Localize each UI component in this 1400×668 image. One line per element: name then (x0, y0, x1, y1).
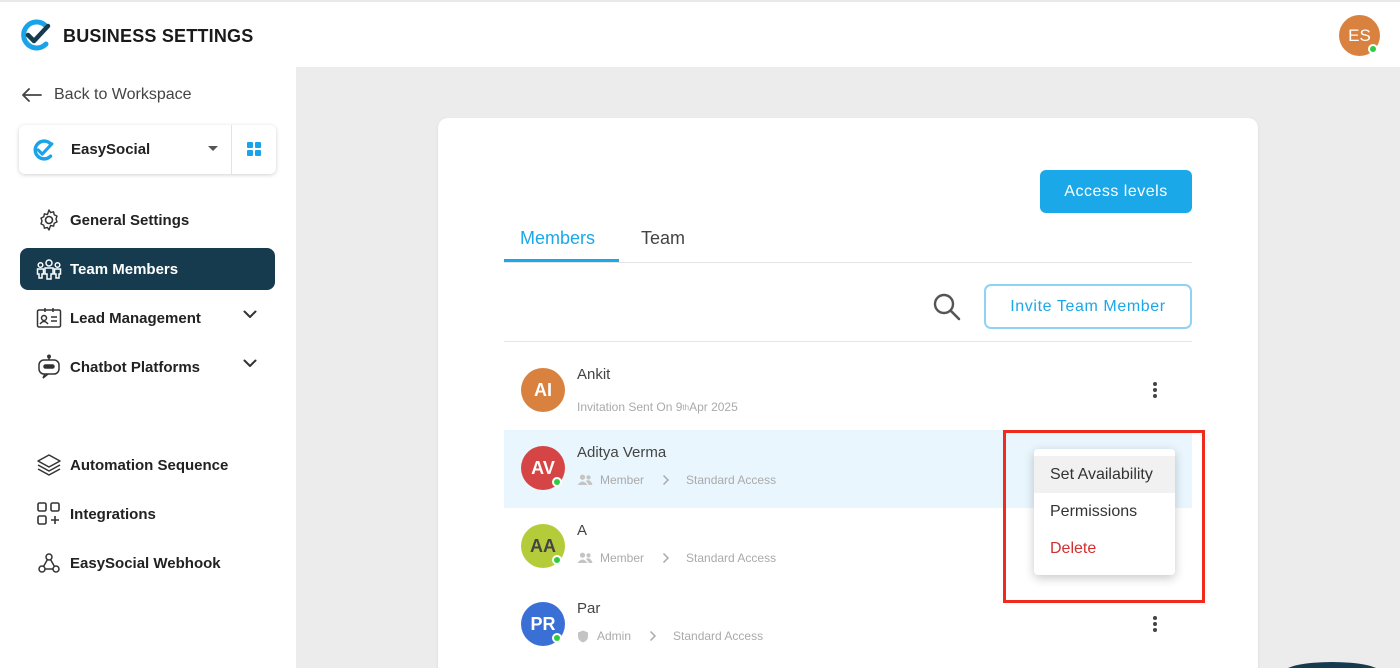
page-title: BUSINESS SETTINGS (63, 26, 254, 46)
nav-label: Integrations (70, 505, 156, 523)
divider (504, 341, 1192, 342)
avatar: AI (521, 368, 565, 412)
member-access: Standard Access (686, 551, 777, 565)
nav-label: Team Members (70, 260, 179, 278)
member-role: Admin (597, 629, 632, 643)
member-name: A (577, 522, 588, 539)
nav-label: General Settings (70, 211, 190, 229)
sidebar-item-integrations[interactable]: Integrations (20, 493, 275, 535)
layers-icon (36, 452, 62, 478)
divider (231, 125, 232, 174)
nav-label: EasySocial Webhook (70, 554, 221, 572)
team-icon (36, 256, 62, 282)
member-row-ankit[interactable]: AI Ankit Invitation Sent On 9th Apr 2025 (504, 352, 1192, 430)
online-status-dot (1368, 44, 1378, 54)
sidebar-item-team-members[interactable]: Team Members (20, 248, 275, 290)
webhook-icon (36, 550, 62, 576)
back-label: Back to Workspace (54, 86, 192, 103)
integrations-icon (36, 501, 62, 527)
workspace-logo-icon (33, 139, 54, 161)
search-icon[interactable] (932, 292, 962, 322)
members-icon (577, 552, 593, 563)
tab-members[interactable]: Members (520, 228, 595, 249)
workspace-switcher[interactable]: EasySocial (19, 125, 276, 174)
avatar: PR (521, 602, 565, 646)
member-name: Par (577, 600, 601, 617)
avatar: AA (521, 524, 565, 568)
sidebar-item-chatbot-platforms[interactable]: Chatbot Platforms (20, 346, 275, 388)
user-avatar[interactable]: ES (1339, 15, 1380, 56)
invitation-status: Invitation Sent On 9th Apr 2025 (577, 400, 738, 414)
more-options-icon[interactable] (1148, 379, 1162, 401)
access-levels-button[interactable]: Access levels (1040, 170, 1192, 213)
contact-card-icon (36, 305, 62, 331)
shield-icon (578, 630, 588, 642)
online-status-dot (552, 477, 562, 487)
member-access: Standard Access (673, 629, 764, 643)
member-role-access: Admin Standard Access (577, 629, 763, 643)
online-status-dot (552, 633, 562, 643)
workspace-name: EasySocial (71, 141, 151, 158)
arrow-left-icon (22, 88, 42, 102)
member-role: Member (600, 551, 645, 565)
nav-label: Automation Sequence (70, 456, 229, 474)
chevron-down-icon[interactable] (243, 310, 257, 319)
highlight-annotation-box (1003, 430, 1205, 603)
online-status-dot (552, 555, 562, 565)
avatar: AV (521, 446, 565, 490)
sidebar-item-automation-sequence[interactable]: Automation Sequence (20, 444, 275, 486)
invite-team-member-button[interactable]: Invite Team Member (984, 284, 1192, 329)
member-role-access: Member Standard Access (577, 551, 776, 565)
chevron-right-icon (662, 474, 670, 486)
member-access: Standard Access (686, 473, 777, 487)
sidebar-item-general-settings[interactable]: General Settings (20, 199, 275, 241)
chevron-right-icon (662, 552, 670, 564)
back-to-workspace-link[interactable]: Back to Workspace (22, 86, 192, 104)
members-icon (577, 474, 593, 485)
nav-label: Chatbot Platforms (70, 358, 201, 376)
caret-down-icon[interactable] (208, 146, 218, 151)
nav-label: Lead Management (70, 309, 201, 327)
tab-bar: Members Team (504, 218, 1192, 263)
chat-widget-button[interactable] (1284, 662, 1380, 668)
grid-icon[interactable] (247, 142, 261, 156)
more-options-icon[interactable] (1148, 613, 1162, 635)
gear-icon (36, 207, 62, 233)
member-name: Ankit (577, 366, 611, 383)
tab-team[interactable]: Team (641, 228, 685, 249)
top-header: BUSINESS SETTINGS ES (0, 0, 1400, 67)
user-initials: ES (1348, 25, 1371, 45)
sidebar-item-lead-management[interactable]: Lead Management (20, 297, 275, 339)
active-tab-indicator (504, 259, 619, 262)
sidebar-item-easysocial-webhook[interactable]: EasySocial Webhook (20, 542, 275, 584)
chevron-down-icon[interactable] (243, 359, 257, 368)
member-name: Aditya Verma (577, 444, 667, 461)
member-role-access: Member Standard Access (577, 473, 776, 487)
sidebar: Back to Workspace EasySocial General Set… (0, 67, 296, 668)
member-role: Member (600, 473, 645, 487)
chatbot-icon (36, 354, 62, 380)
app-logo-icon (21, 19, 51, 51)
chevron-right-icon (649, 630, 657, 642)
